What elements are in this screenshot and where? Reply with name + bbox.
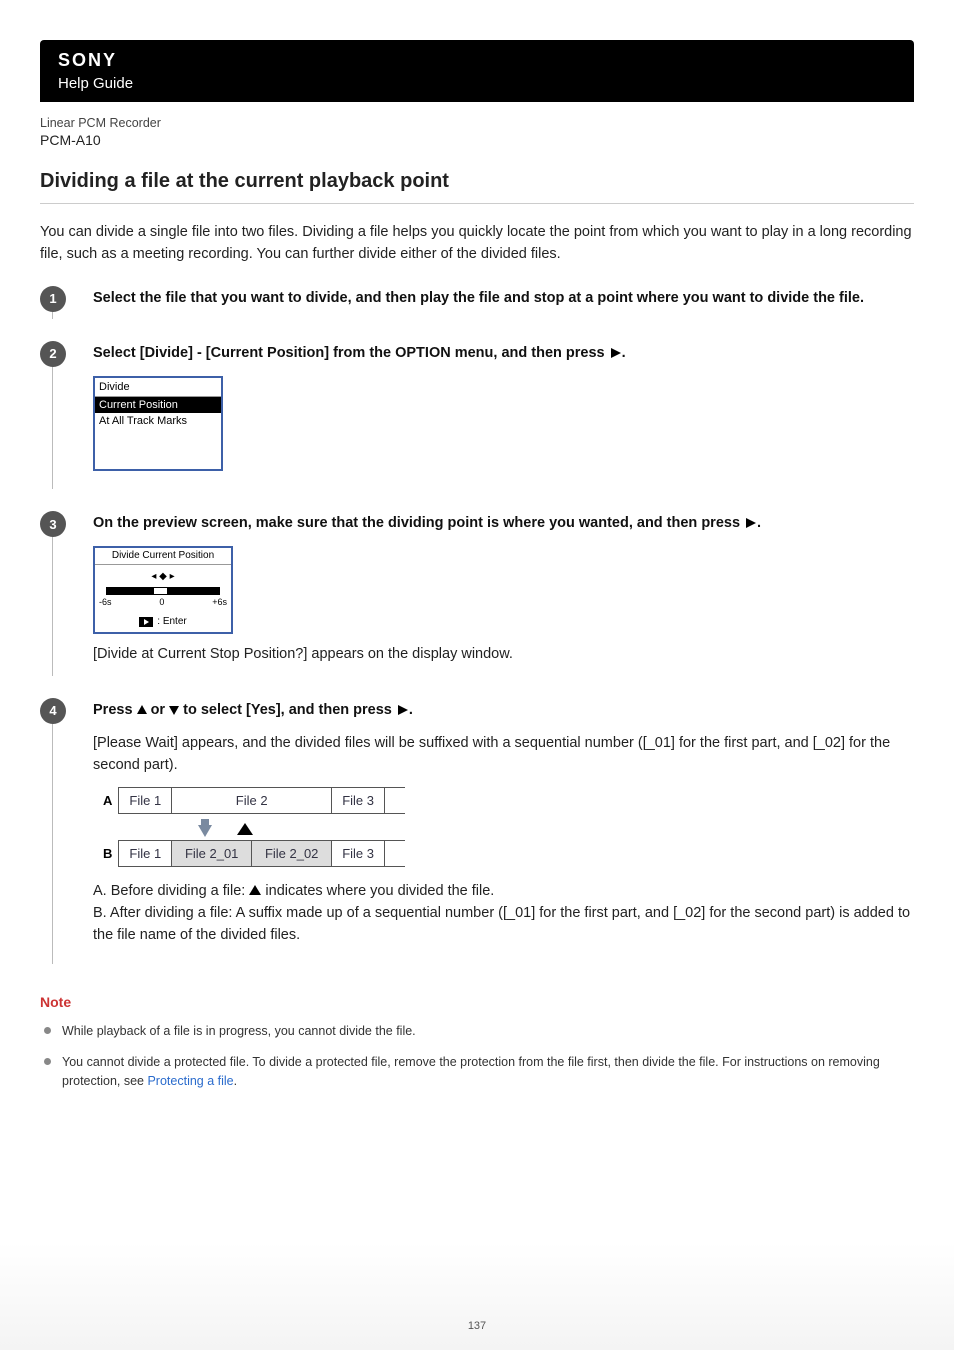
diagram-desc-b: B. After dividing a file: A suffix made … [93, 903, 914, 947]
arrow-down-icon [198, 825, 212, 837]
t4-post: . [409, 702, 413, 718]
step-2: 2 Select [Divide] - [Current Position] f… [52, 343, 914, 490]
step-4-title: Press or to select [Yes], and then press… [93, 700, 914, 721]
note-section: Note While playback of a file is in prog… [40, 994, 914, 1090]
file-divide-diagram: A File 1 File 2 File 3 [93, 787, 914, 868]
lcd2-footer: : Enter [95, 612, 231, 632]
protecting-a-file-link[interactable]: Protecting a file [147, 1074, 233, 1088]
diagram-cell: File 2 [172, 787, 332, 814]
model-number: PCM-A10 [40, 132, 914, 148]
step-3-title-post: . [757, 515, 761, 531]
lcd-title: Divide [95, 378, 221, 397]
t4-mid2: to select [Yes], and then press [179, 702, 396, 718]
page-title: Dividing a file at the current playback … [40, 170, 914, 193]
diagram-cell: File 2_01 [172, 840, 252, 867]
lcd-divide-menu: Divide Current Position At All Track Mar… [93, 376, 223, 472]
diagram-cell: File 2_02 [252, 840, 332, 867]
step-3-body: [Divide at Current Stop Position?] appea… [93, 644, 914, 666]
lcd2-marker-row: ◂ ◆ ▸ [95, 565, 231, 585]
step-1: 1 Select the file that you want to divid… [52, 288, 914, 319]
step-1-title: Select the file that you want to divide,… [93, 288, 914, 309]
down-triangle-icon [169, 706, 179, 715]
step-4-body: [Please Wait] appears, and the divided f… [93, 733, 914, 777]
step-number-badge: 4 [40, 698, 66, 724]
step-number-badge: 1 [40, 286, 66, 312]
step-3-title: On the preview screen, make sure that th… [93, 513, 914, 534]
note-item: You cannot divide a protected file. To d… [44, 1053, 914, 1091]
up-triangle-icon [137, 705, 147, 714]
step-number-badge: 3 [40, 511, 66, 537]
play-icon [611, 348, 621, 358]
step-2-title: Select [Divide] - [Current Position] fro… [93, 343, 914, 364]
desc-a-pre: A. Before dividing a file: [93, 883, 249, 899]
step-3: 3 On the preview screen, make sure that … [52, 513, 914, 676]
diagram-row-a-label: A [93, 787, 119, 814]
product-line: Linear PCM Recorder [40, 116, 914, 130]
diagram-cell: File 3 [332, 787, 385, 814]
lcd-selected-row: Current Position [95, 397, 221, 413]
page-number: 137 [0, 1320, 954, 1332]
play-icon [746, 518, 756, 528]
lcd-row: At All Track Marks [95, 413, 221, 429]
diagram-desc-a: A. Before dividing a file: indicates whe… [93, 881, 914, 903]
diagram-cell: File 1 [119, 840, 172, 867]
play-icon [398, 705, 408, 715]
divide-point-marker-icon [237, 823, 253, 835]
step-4: 4 Press or to select [Yes], and then pre… [52, 700, 914, 964]
note-item: While playback of a file is in progress,… [44, 1022, 914, 1041]
intro-paragraph: You can divide a single file into two fi… [40, 222, 914, 266]
brand-logo: SONY [58, 50, 896, 71]
scale-left: -6s [99, 597, 112, 608]
header-bar: SONY Help Guide [40, 40, 914, 102]
step-2-title-post: . [622, 345, 626, 361]
up-triangle-icon [249, 885, 261, 895]
enter-label: : Enter [157, 616, 186, 628]
t4-pre: Press [93, 702, 137, 718]
step-number-badge: 2 [40, 341, 66, 367]
diagram-cell: File 3 [332, 840, 385, 867]
lcd2-title: Divide Current Position [95, 548, 231, 565]
note-item-post: . [234, 1074, 237, 1088]
step-3-title-pre: On the preview screen, make sure that th… [93, 515, 744, 531]
desc-a-post: indicates where you divided the file. [261, 883, 494, 899]
title-divider [40, 203, 914, 204]
play-icon [139, 617, 153, 627]
diagram-row-b-label: B [93, 840, 119, 867]
note-heading: Note [40, 994, 914, 1010]
scale-right: +6s [212, 597, 227, 608]
step-2-title-pre: Select [Divide] - [Current Position] fro… [93, 345, 609, 361]
lcd2-scale: -6s 0 +6s [95, 597, 231, 612]
scale-mid: 0 [159, 597, 164, 608]
lcd-preview-screen: Divide Current Position ◂ ◆ ▸ -6s 0 +6s … [93, 546, 233, 634]
help-guide-label: Help Guide [58, 75, 896, 92]
diagram-cell: File 1 [119, 787, 172, 814]
t4-mid: or [147, 702, 170, 718]
